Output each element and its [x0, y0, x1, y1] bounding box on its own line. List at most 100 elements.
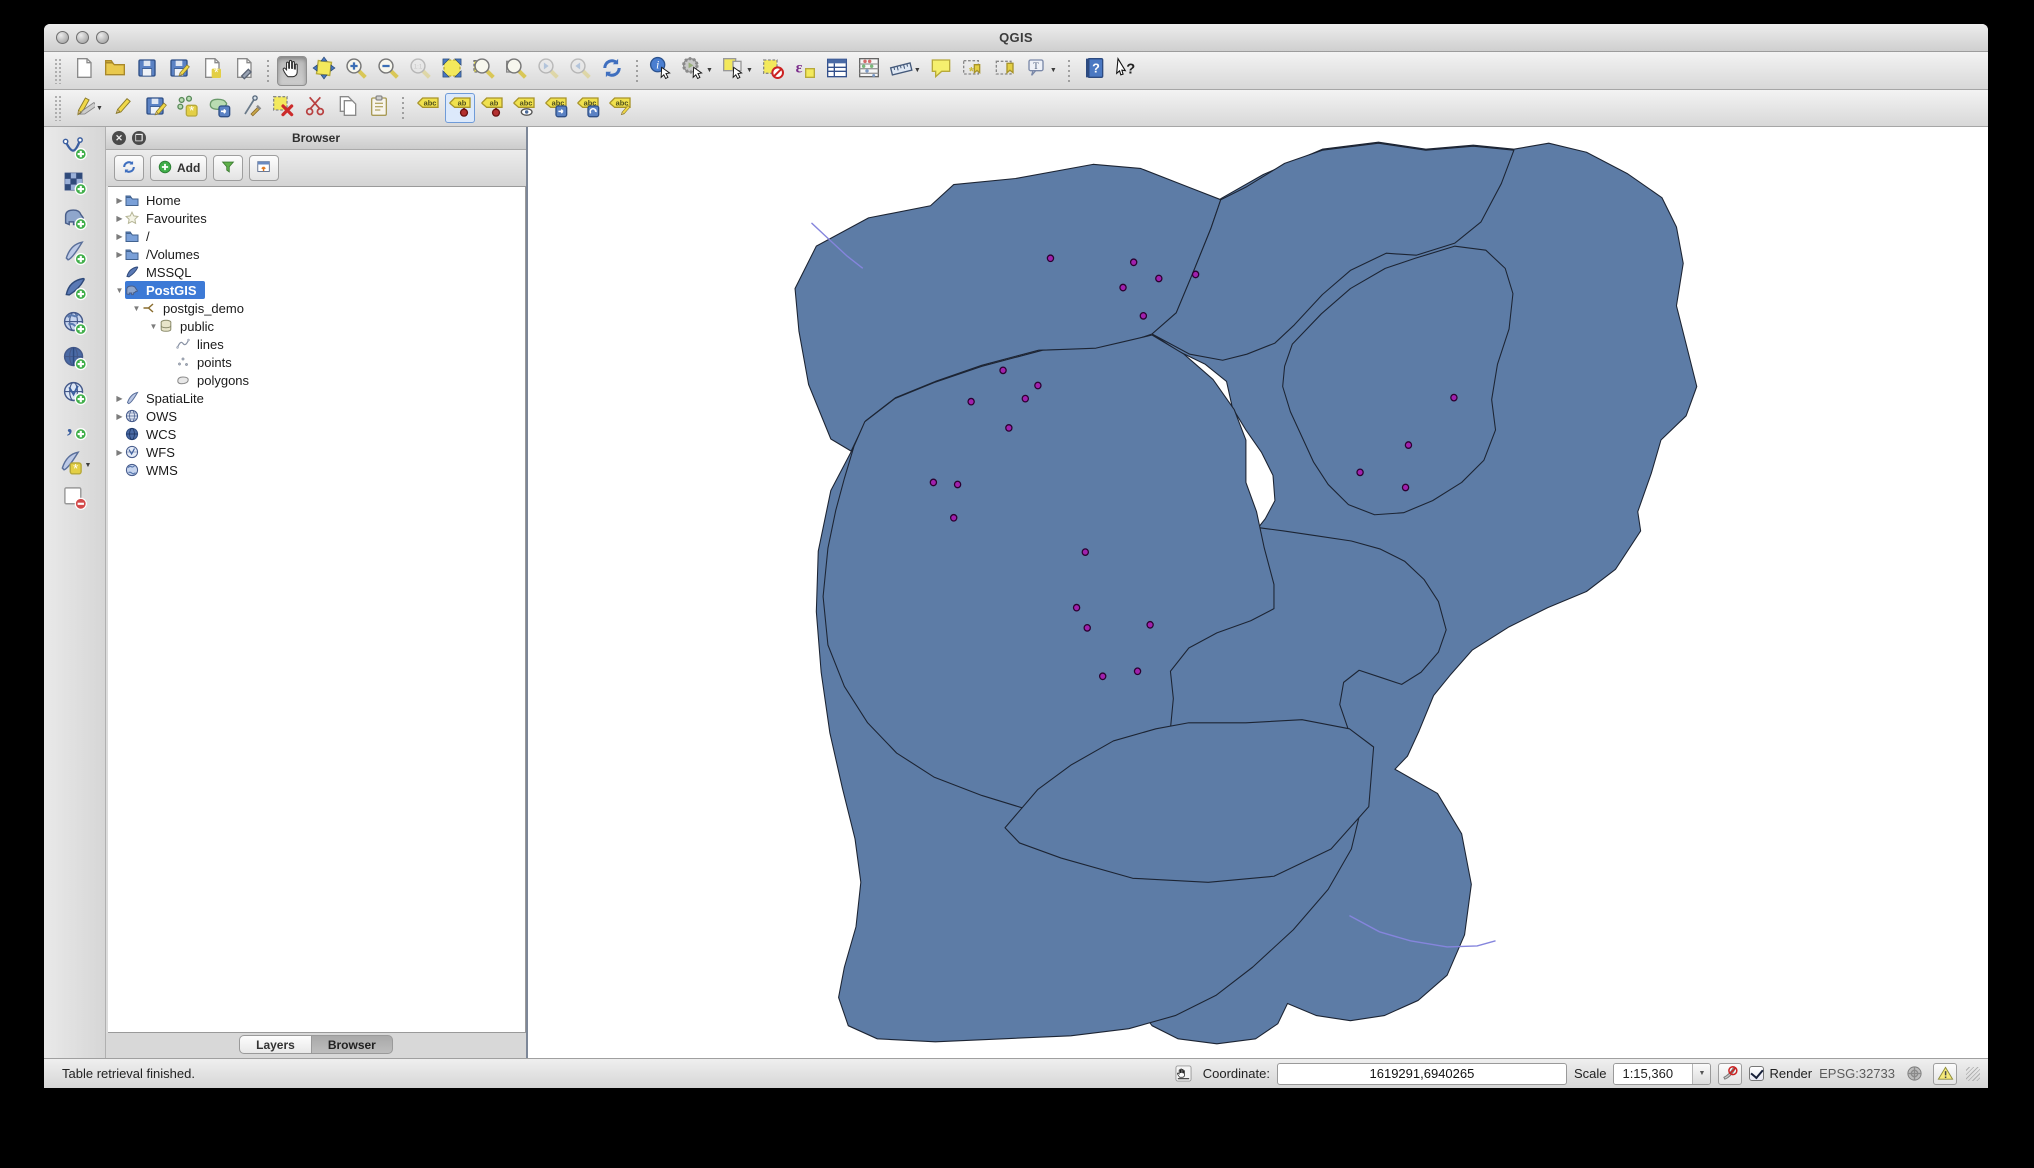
zoom-to-layer-button[interactable] [501, 56, 531, 86]
zoom-last-button[interactable] [533, 56, 563, 86]
new-print-composer-button[interactable]: * [196, 56, 226, 86]
current-edits-dropdown-icon[interactable]: ▼ [96, 105, 103, 112]
run-feature-action-dropdown-icon[interactable]: ▼ [706, 67, 713, 74]
chevron-down-icon[interactable]: ▼ [114, 286, 125, 295]
title-bar[interactable]: QGIS [44, 24, 1988, 52]
crs-status-button[interactable] [1902, 1063, 1926, 1085]
refresh-map-button[interactable] [597, 56, 627, 86]
add-postgis-layer-button[interactable] [59, 205, 91, 235]
delete-selected-button[interactable] [268, 93, 298, 123]
map-canvas[interactable] [526, 127, 1988, 1058]
pan-to-selection-button[interactable] [309, 56, 339, 86]
zoom-to-selection-button[interactable] [469, 56, 499, 86]
new-shapefile-layer-button[interactable]: *▼ [55, 450, 95, 480]
copy-features-button[interactable] [332, 93, 362, 123]
tree-item-lines[interactable]: lines [108, 335, 525, 353]
rotate-label-button[interactable]: abc [573, 93, 603, 123]
measure-line-dropdown-icon[interactable]: ▼ [914, 67, 921, 74]
tree-item-volumes[interactable]: ▶/Volumes [108, 245, 525, 263]
add-wms-layer-button[interactable] [59, 310, 91, 340]
paste-features-button[interactable] [364, 93, 394, 123]
whats-this-button[interactable]: ? [1111, 56, 1141, 86]
chevron-right-icon[interactable]: ▶ [114, 232, 125, 241]
help-contents-button[interactable]: ? [1079, 56, 1109, 86]
pan-map-button[interactable] [277, 56, 307, 86]
tree-item-home[interactable]: ▶Home [108, 191, 525, 209]
new-shapefile-layer-dropdown-icon[interactable]: ▼ [85, 462, 92, 469]
resize-grip[interactable] [1966, 1067, 1980, 1081]
select-features-dropdown-icon[interactable]: ▼ [746, 67, 753, 74]
new-bookmark-button[interactable]: * [958, 56, 988, 86]
add-wcs-layer-button[interactable] [59, 345, 91, 375]
add-spatialite-layer-button[interactable] [59, 240, 91, 270]
close-window-button[interactable] [56, 31, 69, 44]
add-wfs-layer-button[interactable] [59, 380, 91, 410]
labeling-button[interactable]: abc [413, 93, 443, 123]
node-tool-button[interactable] [236, 93, 266, 123]
zoom-window-button[interactable] [96, 31, 109, 44]
coordinate-input[interactable] [1277, 1063, 1567, 1085]
remove-layer-button[interactable] [59, 485, 91, 515]
render-toggle[interactable]: Render [1749, 1066, 1812, 1081]
show-hide-labels-button[interactable]: abc [509, 93, 539, 123]
zoom-native-button[interactable]: 1:1 [405, 56, 435, 86]
filter-browser-button[interactable] [213, 155, 243, 181]
tab-browser[interactable]: Browser [312, 1035, 393, 1054]
deselect-features-button[interactable] [758, 56, 788, 86]
toggle-editing-button[interactable] [108, 93, 138, 123]
tree-item-ows[interactable]: ▶OWS [108, 407, 525, 425]
save-project-as-button[interactable] [164, 56, 194, 86]
tree-item-favourites[interactable]: ▶Favourites [108, 209, 525, 227]
toolbar-drag-handle[interactable] [54, 95, 62, 121]
stop-rendering-button[interactable] [1718, 1063, 1742, 1085]
select-by-expression-button[interactable]: ε [790, 56, 820, 86]
chevron-right-icon[interactable]: ▶ [114, 394, 125, 403]
current-edits-button[interactable]: ▼ [68, 93, 106, 123]
tree-item-spatialite[interactable]: ▶SpatiaLite [108, 389, 525, 407]
move-feature-button[interactable] [204, 93, 234, 123]
statistical-summary-button[interactable] [854, 56, 884, 86]
minimize-window-button[interactable] [76, 31, 89, 44]
text-annotation-dropdown-icon[interactable]: ▼ [1050, 67, 1057, 74]
composer-manager-button[interactable] [228, 56, 258, 86]
browser-tree[interactable]: ▶Home▶Favourites▶/▶/VolumesMSSQL▼PostGIS… [108, 186, 526, 1033]
tab-layers[interactable]: Layers [239, 1035, 312, 1054]
zoom-out-button[interactable] [373, 56, 403, 86]
tree-item-wfs[interactable]: ▶WFS [108, 443, 525, 461]
text-annotation-button[interactable]: T▼ [1022, 56, 1060, 86]
new-project-button[interactable] [68, 56, 98, 86]
chevron-right-icon[interactable]: ▶ [114, 214, 125, 223]
scale-dropdown-icon[interactable]: ▼ [1692, 1064, 1710, 1084]
chevron-down-icon[interactable]: ▼ [131, 304, 142, 313]
tree-item-public[interactable]: ▼public [108, 317, 525, 335]
messages-button[interactable] [1933, 1063, 1957, 1085]
add-mssql-layer-button[interactable] [59, 275, 91, 305]
run-feature-action-button[interactable]: ▼ [678, 56, 716, 86]
change-label-properties-button[interactable]: abc [605, 93, 635, 123]
scale-combo[interactable]: 1:15,360 ▼ [1613, 1063, 1711, 1085]
unpin-labels-button[interactable]: ab [477, 93, 507, 123]
open-attribute-table-button[interactable] [822, 56, 852, 86]
collapse-all-button[interactable] [249, 155, 279, 181]
measure-line-button[interactable]: ▼ [886, 56, 924, 86]
mouse-position-toggle-button[interactable] [1172, 1063, 1196, 1085]
tree-item-postgis-demo[interactable]: ▼postgis_demo [108, 299, 525, 317]
tree-item-postgis[interactable]: ▼PostGIS [108, 281, 525, 299]
tree-item-points[interactable]: points [108, 353, 525, 371]
save-layer-edits-button[interactable] [140, 93, 170, 123]
chevron-right-icon[interactable]: ▶ [114, 196, 125, 205]
add-feature-button[interactable]: * [172, 93, 202, 123]
tree-item-mssql[interactable]: MSSQL [108, 263, 525, 281]
zoom-full-button[interactable] [437, 56, 467, 86]
add-delimited-text-layer-button[interactable]: , [59, 415, 91, 445]
pin-labels-button[interactable]: ab [445, 93, 475, 123]
chevron-down-icon[interactable]: ▼ [148, 322, 159, 331]
chevron-right-icon[interactable]: ▶ [114, 250, 125, 259]
toolbar-drag-handle[interactable] [54, 58, 62, 84]
add-vector-layer-button[interactable] [59, 135, 91, 165]
map-tips-button[interactable] [926, 56, 956, 86]
refresh-browser-button[interactable] [114, 155, 144, 181]
select-features-button[interactable]: ▼ [718, 56, 756, 86]
identify-features-button[interactable]: i [646, 56, 676, 86]
tree-item-[interactable]: ▶/ [108, 227, 525, 245]
